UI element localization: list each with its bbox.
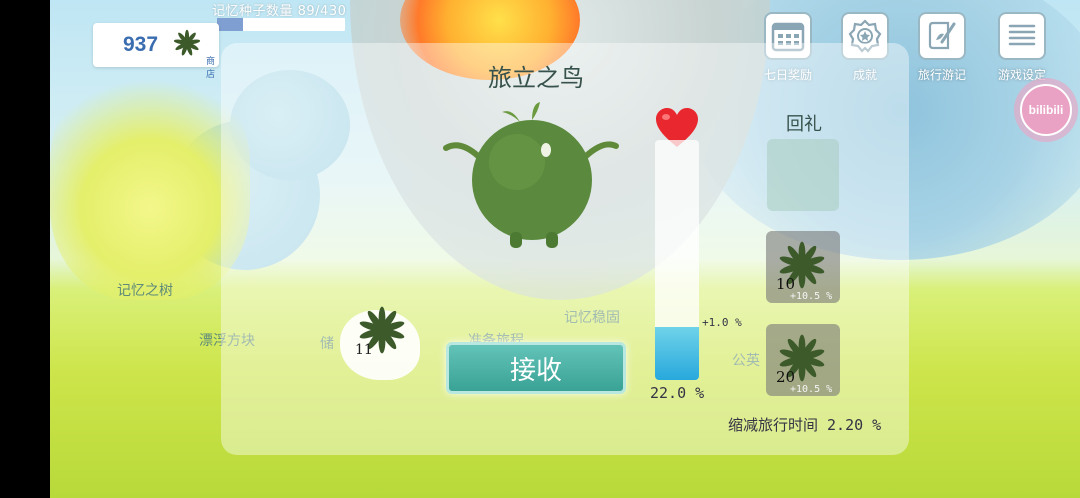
bilibili-badge[interactable]: bilibili <box>1014 78 1078 142</box>
bilibili-logo: bilibili <box>1020 84 1072 136</box>
travel-journal-label: 旅行游记 <box>917 68 966 82</box>
settings-list-icon <box>1008 24 1036 46</box>
travel-journal-button[interactable]: 旅行游记 <box>907 12 977 83</box>
affection-gauge-fill <box>655 327 699 380</box>
reward-slot[interactable]: 20 +10.5 % <box>766 324 840 396</box>
moss-creature-sprite <box>443 102 619 248</box>
held-seed-count: 11 <box>355 342 373 358</box>
reward-slot[interactable]: 10 +10.5 % <box>766 231 840 303</box>
gauge-delta: +1.0 % <box>702 316 742 329</box>
reward-bonus: +10.5 % <box>790 384 833 395</box>
memory-tree[interactable] <box>50 70 250 300</box>
coin-panel[interactable]: 937 商店 <box>93 23 219 80</box>
game-settings-button[interactable]: 游戏设定 <box>987 12 1057 83</box>
held-seed-item[interactable]: 11 <box>340 300 420 380</box>
reward-title: 回礼 <box>786 114 822 135</box>
reward-slot-empty[interactable] <box>767 139 839 211</box>
reduce-travel-time: 缩减旅行时间 2.20 % <box>728 416 882 434</box>
dialog-title: 旅立之鸟 <box>488 64 584 92</box>
shop-button[interactable]: 商店 <box>206 54 219 80</box>
reward-bonus: +10.5 % <box>790 291 833 302</box>
journal-icon <box>928 21 956 50</box>
receive-button[interactable]: 接收 <box>446 342 626 394</box>
coin-count: 937 <box>123 33 159 56</box>
affection-gauge <box>655 140 699 380</box>
scene-label-tree[interactable]: 记忆之树 <box>117 280 173 300</box>
clover-icon <box>173 29 201 56</box>
memory-seed-progress-fill <box>217 18 244 31</box>
memory-seed-progress <box>217 18 345 31</box>
gauge-percent: 22.0 % <box>650 384 705 402</box>
memory-seed-count: 记忆种子数量 89/430 <box>212 4 347 19</box>
